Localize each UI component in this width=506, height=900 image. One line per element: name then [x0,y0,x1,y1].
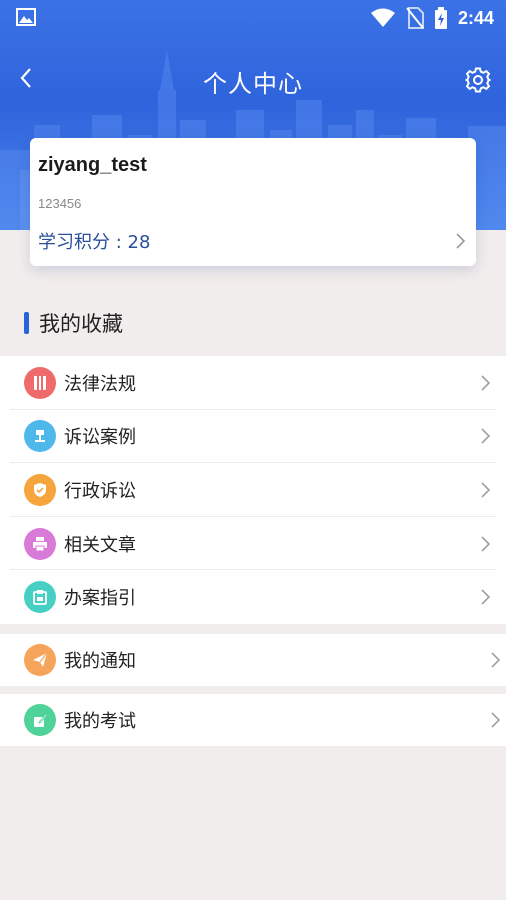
list-item-notifications[interactable]: 我的通知 [0,634,506,686]
edit-icon [24,704,56,736]
gear-icon [465,67,491,93]
book-icon [24,366,56,399]
list-item-label: 相关文章 [64,534,136,556]
chevron-right-icon [481,375,491,391]
user-id: 123456 [38,196,82,211]
shield-icon [24,473,56,506]
list-item-articles[interactable]: 相关文章 [0,517,506,571]
list-item-label: 法律法规 [64,373,136,395]
notifications-section: 我的通知 [0,634,506,686]
learning-points: 学习积分 : 28 [38,232,151,253]
status-bar: 2:44 [0,0,506,36]
section-title-text: 我的收藏 [39,312,123,336]
list-item-laws[interactable]: 法律法规 [0,356,506,410]
list-item-label: 我的考试 [64,711,136,732]
favorites-section-title: 我的收藏 [24,309,123,337]
image-icon [16,8,36,26]
list-item-label: 诉讼案例 [64,427,136,449]
gavel-icon [24,420,56,453]
list-item-label: 行政诉讼 [64,480,136,502]
clipboard-icon [24,581,56,614]
chevron-right-icon [491,712,501,728]
wifi-icon [370,8,395,27]
printer-icon [24,527,56,560]
chevron-right-icon [481,536,491,552]
page-title: 个人中心 [203,70,303,98]
list-item-label: 我的通知 [64,651,136,672]
favorites-list: 法律法规 诉讼案例 行政诉讼 相关文章 办案指引 [0,356,506,624]
no-sim-icon [406,7,424,29]
list-item-exams[interactable]: 我的考试 [0,694,506,746]
settings-button[interactable] [458,60,498,100]
list-item-admin-litigation[interactable]: 行政诉讼 [0,463,506,517]
section-accent-bar [24,312,29,334]
status-time: 2:44 [457,7,494,28]
profile-card[interactable]: ziyang_test 123456 学习积分 : 28 [30,138,476,266]
username: ziyang_test [38,154,147,176]
points-row[interactable]: 学习积分 : 28 [38,228,468,254]
chevron-right-icon [481,589,491,605]
exams-section: 我的考试 [0,694,506,746]
chevron-right-icon [456,233,466,249]
battery-charging-icon [434,7,447,29]
chevron-right-icon [481,482,491,498]
list-item-guidance[interactable]: 办案指引 [0,570,506,624]
list-item-cases[interactable]: 诉讼案例 [0,410,506,464]
list-item-label: 办案指引 [64,588,136,610]
paper-plane-icon [24,644,56,676]
chevron-right-icon [481,428,491,444]
navbar: 个人中心 [0,56,506,102]
chevron-right-icon [491,652,501,668]
